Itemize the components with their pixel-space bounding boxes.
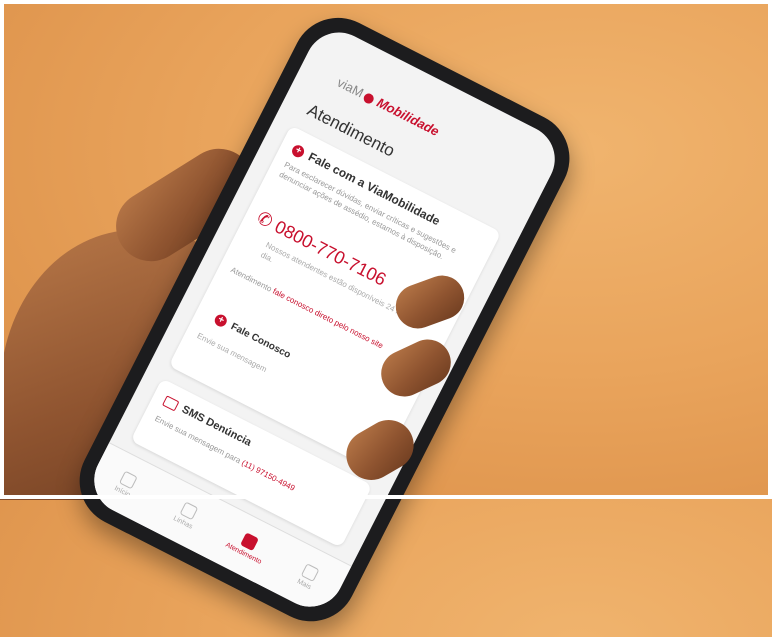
tab-atendimento[interactable]: Atendimento <box>224 526 271 566</box>
tab-inicio[interactable]: Início <box>103 465 150 505</box>
tab-mais[interactable]: Mais <box>285 557 332 597</box>
extra-text: Atendimento <box>229 265 274 294</box>
tab-linhas[interactable]: Linhas <box>163 496 210 536</box>
home-icon <box>118 470 138 490</box>
plus-circle-icon: + <box>212 312 229 329</box>
logo-dot-icon <box>362 91 377 106</box>
contact-card-description: Para esclarecer dúvidas, enviar críticas… <box>277 160 458 262</box>
brand-prefix: viaM <box>334 74 367 101</box>
plus-circle-icon: + <box>290 142 307 160</box>
sms-number[interactable]: (11) 97150-4949 <box>240 458 296 493</box>
chat-icon <box>240 532 259 552</box>
phone-screen: viaMMobilidade Atendimento + Fale com a V… <box>82 20 567 619</box>
lines-icon <box>179 501 199 521</box>
sms-title: SMS Denúncia <box>179 403 254 449</box>
more-icon <box>300 563 320 583</box>
brand-name: Mobilidade <box>374 94 442 139</box>
sms-icon <box>162 394 180 412</box>
phone-icon: ✆ <box>253 207 277 232</box>
